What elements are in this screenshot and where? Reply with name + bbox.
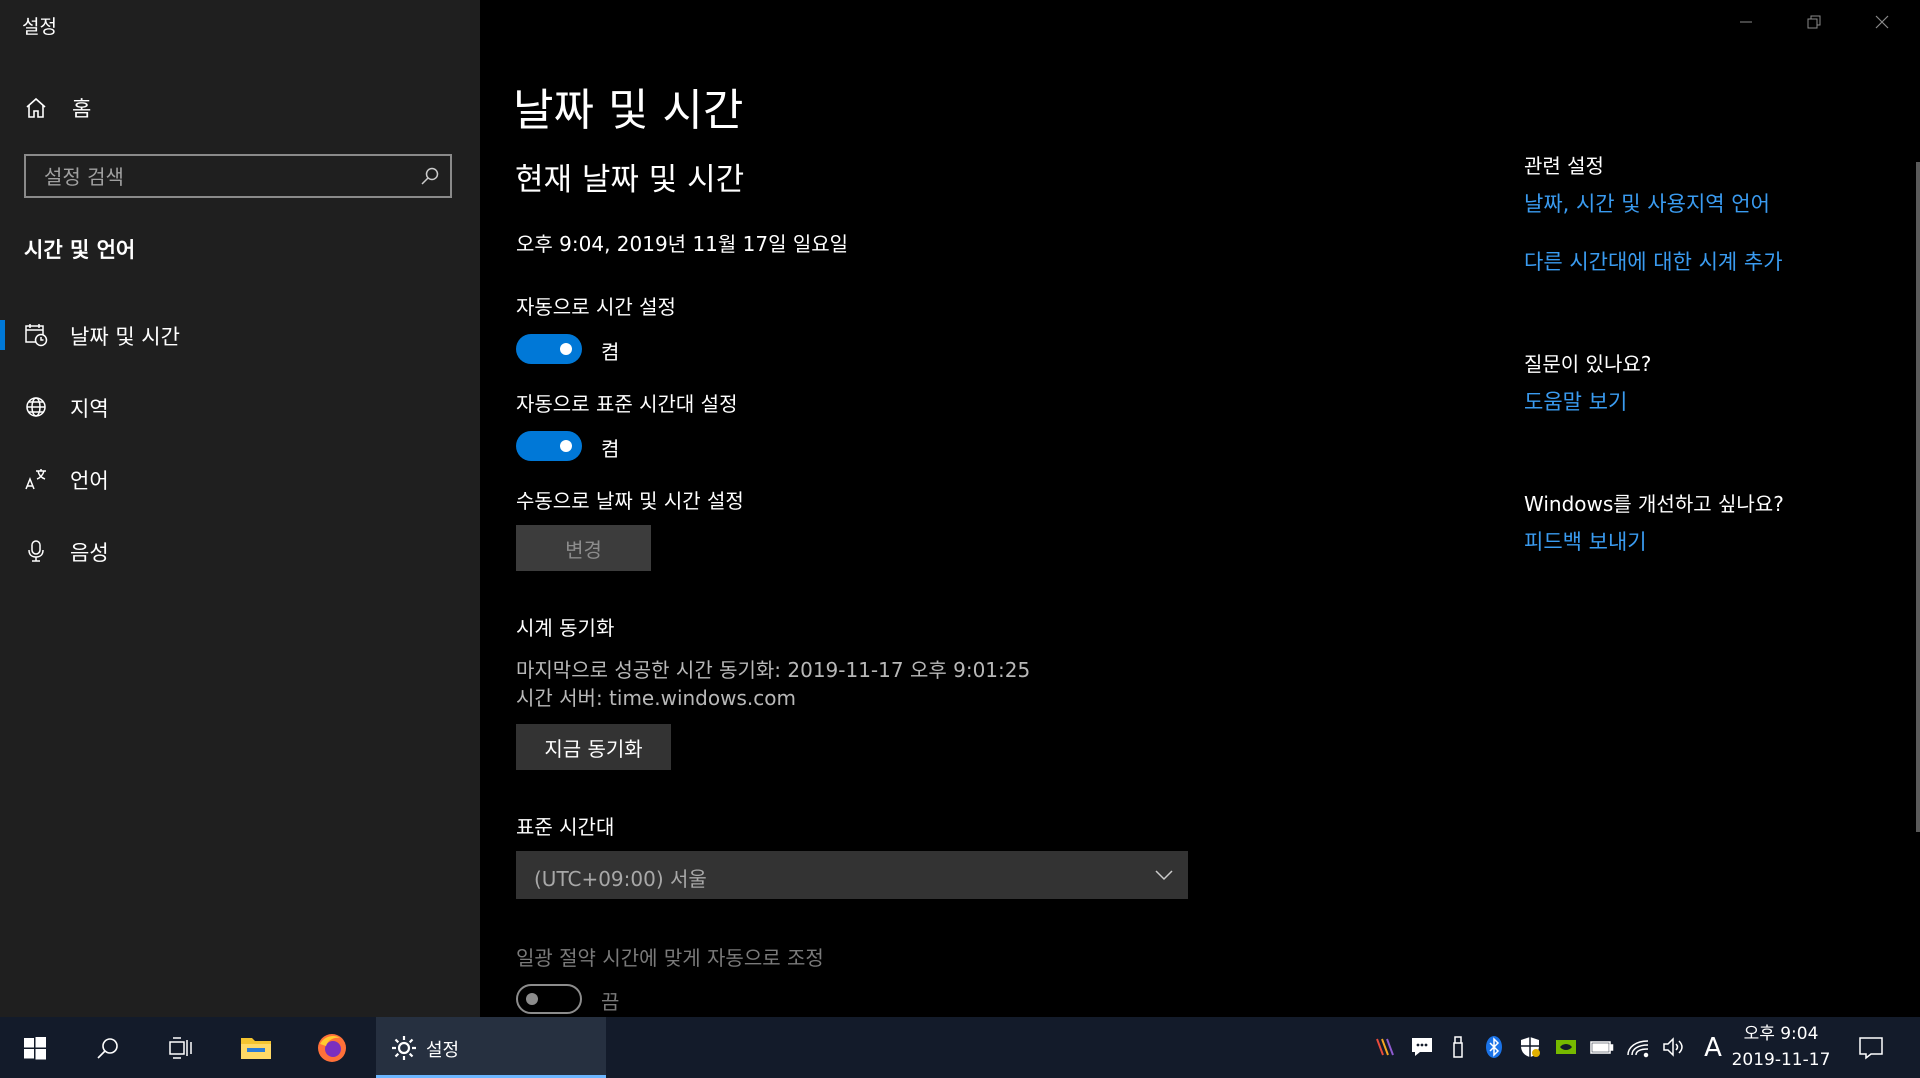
gear-icon <box>392 1036 416 1060</box>
globe-icon <box>26 397 46 417</box>
sidebar-item-region[interactable]: 지역 <box>0 378 480 436</box>
auto-time-label: 자동으로 시간 설정 <box>516 295 676 319</box>
file-explorer-button[interactable] <box>224 1017 288 1078</box>
volume-icon[interactable] <box>1662 1035 1686 1059</box>
related-settings-header: 관련 설정 <box>1524 154 1604 178</box>
calendar-clock-icon <box>25 324 48 347</box>
scrollbar[interactable] <box>1916 162 1920 832</box>
manual-datetime-label: 수동으로 날짜 및 시간 설정 <box>516 489 744 513</box>
auto-time-state: 켬 <box>601 340 620 364</box>
security-shield-icon[interactable] <box>1518 1035 1542 1059</box>
page-title: 날짜 및 시간 <box>513 85 744 136</box>
restore-button[interactable] <box>1784 6 1844 38</box>
region-language-link[interactable]: 날짜, 시간 및 사용지역 언어 <box>1524 188 1770 218</box>
minimize-button[interactable] <box>1716 6 1776 38</box>
firefox-button[interactable] <box>300 1017 364 1078</box>
sidebar-item-label: 음성 <box>70 541 109 565</box>
change-datetime-button[interactable]: 변경 <box>516 525 651 571</box>
sidebar: 설정 홈 시간 및 언어 날짜 및 시간 지역 언어 <box>0 0 480 1017</box>
home-label: 홈 <box>72 97 92 121</box>
start-button[interactable] <box>0 1017 70 1078</box>
time-server-text: 시간 서버: time.windows.com <box>516 686 796 710</box>
nvidia-tray-icon[interactable] <box>1554 1035 1578 1059</box>
minimize-icon <box>1740 21 1752 23</box>
timezone-label: 표준 시간대 <box>516 815 615 839</box>
sidebar-item-language[interactable]: 언어 <box>0 450 480 508</box>
current-datetime-header: 현재 날짜 및 시간 <box>515 162 745 198</box>
sidebar-item-label: 지역 <box>70 397 109 421</box>
sidebar-item-label: 날짜 및 시간 <box>70 325 180 349</box>
search-icon <box>97 1037 118 1059</box>
ime-indicator[interactable]: A <box>1696 1017 1730 1078</box>
timezone-dropdown[interactable]: (UTC+09:00) 서울 <box>516 851 1188 899</box>
sidebar-item-date-time[interactable]: 날짜 및 시간 <box>0 306 480 364</box>
firefox-icon <box>318 1033 346 1062</box>
app-tray-icon[interactable] <box>1374 1035 1398 1059</box>
dst-toggle[interactable] <box>516 984 582 1014</box>
taskbar-settings-app[interactable]: 설정 <box>376 1017 606 1078</box>
close-button[interactable] <box>1852 6 1912 38</box>
settings-search-input[interactable] <box>42 156 416 198</box>
section-header: 시간 및 언어 <box>24 238 136 262</box>
window-title: 설정 <box>22 16 57 38</box>
taskbar-search-button[interactable] <box>76 1017 140 1078</box>
last-sync-text: 마지막으로 성공한 시간 동기화: 2019-11-17 오후 9:01:25 <box>516 658 1031 682</box>
close-icon <box>1875 15 1889 29</box>
clock-time: 오후 9:04 <box>1743 1024 1819 1044</box>
sidebar-item-label: 언어 <box>70 469 109 493</box>
question-header: 질문이 있나요? <box>1524 352 1652 376</box>
add-clock-link[interactable]: 다른 시간대에 대한 시계 추가 <box>1524 246 1783 276</box>
task-view-button[interactable] <box>148 1017 212 1078</box>
main-content: 날짜 및 시간 현재 날짜 및 시간 오후 9:04, 2019년 11월 17… <box>480 0 1920 1017</box>
feedback-link[interactable]: 피드백 보내기 <box>1524 526 1647 556</box>
usb-tray-icon[interactable] <box>1446 1035 1470 1059</box>
folder-icon <box>241 1037 271 1059</box>
taskbar-app-label: 설정 <box>426 1040 460 1061</box>
restore-icon <box>1807 15 1821 29</box>
microphone-icon <box>28 540 44 562</box>
bluetooth-icon[interactable] <box>1482 1035 1506 1059</box>
current-datetime-value: 오후 9:04, 2019년 11월 17일 일요일 <box>516 232 849 256</box>
search-icon[interactable] <box>420 166 440 186</box>
improve-header: Windows를 개선하고 싶나요? <box>1524 492 1784 516</box>
windows-logo-icon <box>24 1036 46 1059</box>
auto-timezone-label: 자동으로 표준 시간대 설정 <box>516 392 738 416</box>
timezone-selected-value: (UTC+09:00) 서울 <box>534 867 707 891</box>
notification-icon[interactable] <box>1858 1035 1884 1061</box>
dst-state: 끔 <box>601 990 620 1014</box>
dst-label: 일광 절약 시간에 맞게 자동으로 조정 <box>516 946 824 970</box>
sync-header: 시계 동기화 <box>516 616 615 640</box>
sidebar-item-speech[interactable]: 음성 <box>0 522 480 580</box>
wifi-icon[interactable] <box>1626 1035 1650 1059</box>
sync-now-button[interactable]: 지금 동기화 <box>516 724 671 770</box>
settings-search-box[interactable] <box>24 154 452 198</box>
help-link[interactable]: 도움말 보기 <box>1524 386 1627 416</box>
auto-timezone-toggle[interactable] <box>516 431 582 461</box>
clock-date: 2019-11-17 <box>1731 1050 1831 1070</box>
auto-timezone-state: 켬 <box>601 437 620 461</box>
chat-tray-icon[interactable] <box>1410 1035 1434 1059</box>
home-icon <box>26 97 46 118</box>
taskbar-clock[interactable]: 오후 9:04 2019-11-17 <box>1727 1021 1835 1073</box>
auto-time-toggle[interactable] <box>516 334 582 364</box>
home-nav[interactable]: 홈 <box>24 92 91 124</box>
chevron-down-icon <box>1155 870 1173 881</box>
battery-icon[interactable] <box>1590 1035 1614 1059</box>
task-view-icon <box>169 1036 192 1059</box>
language-icon <box>25 469 46 490</box>
taskbar: 설정 A 오후 9:04 2019-11-17 <box>0 1017 1920 1078</box>
